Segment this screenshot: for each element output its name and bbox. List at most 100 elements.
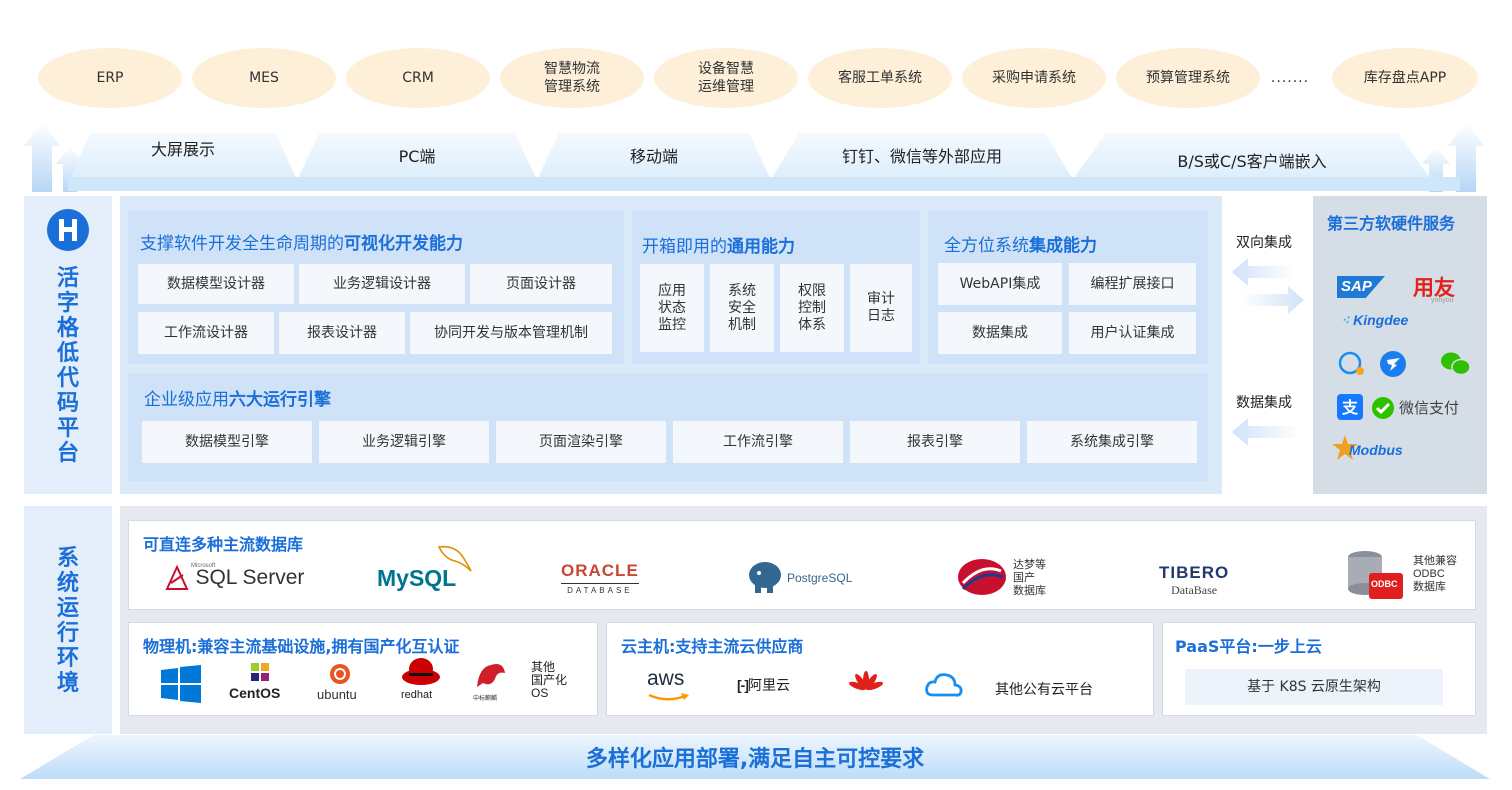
channel-embed: B/S或C/S客户端嵌入: [1074, 133, 1430, 178]
cloud-title: 云主机:支持主流云供应商: [621, 637, 804, 656]
dameng-label: 达梦等 国产 数据库: [1013, 559, 1046, 597]
cell-report-designer: 报表设计器: [279, 312, 405, 354]
cell-permission: 权限 控制 体系: [780, 264, 844, 352]
bidirectional-arrows-icon: [1232, 258, 1304, 314]
yonyou-sub: yonyou: [1431, 297, 1454, 304]
tibero-logo: TIBERO DataBase: [1159, 563, 1230, 597]
ubuntu-icon: [330, 664, 350, 684]
platform-panel: 支撑软件开发全生命周期的可视化开发能力 数据模型设计器 业务逻辑设计器 页面设计…: [120, 196, 1222, 494]
wechat-icon: [1441, 352, 1471, 376]
third-party-title: 第三方软硬件服务: [1327, 214, 1456, 233]
sqlserver-icon: [165, 564, 189, 590]
label-bidirectional: 双向集成: [1236, 235, 1292, 251]
cell-workflow-designer: 工作流设计器: [138, 312, 274, 354]
tencent-cloud-icon: [925, 673, 963, 697]
data-arrow-icon: [1232, 418, 1300, 446]
kylin-label: 中标麒麟: [473, 696, 498, 702]
app-equipment: 设备智慧 运维管理: [654, 48, 798, 108]
centos-label: CentOS: [229, 685, 281, 701]
platform-label-box: 活字格低代码平台: [24, 196, 112, 494]
alipay-icon: 支: [1337, 394, 1363, 420]
cell-app-monitor: 应用 状态 监控: [640, 264, 704, 352]
third-party-box: 第三方软硬件服务 SAP 用友 yonyou ⁖ Kingdee 支 微信支付 …: [1313, 196, 1487, 494]
engine-page-render: 页面渲染引擎: [496, 421, 666, 463]
physical-title: 物理机:兼容主流基础设施,拥有国产化互认证: [143, 637, 460, 656]
cell-security: 系统 安全 机制: [710, 264, 774, 352]
kylin-icon: [477, 664, 505, 687]
cell-collab-version: 协同开发与版本管理机制: [410, 312, 612, 354]
wechat-pay-icon: [1372, 397, 1394, 419]
cell-audit-log: 审计 日志: [850, 264, 912, 352]
physical-box: 物理机:兼容主流基础设施,拥有国产化互认证 CentOS ubuntu redh…: [128, 622, 598, 716]
runtime-panel: 可直连多种主流数据库 Microsoft SQL Server MySQL OR…: [120, 506, 1487, 734]
app-purchase: 采购申请系统: [962, 48, 1106, 108]
integration-title: 全方位系统集成能力: [944, 236, 1097, 256]
label-data-integration: 数据集成: [1236, 395, 1292, 411]
cell-programming-ext: 编程扩展接口: [1069, 263, 1196, 305]
channel-mobile: 移动端: [538, 133, 770, 178]
cell-logic-designer: 业务逻辑设计器: [299, 264, 465, 304]
other-os-label: 其他 国产化 OS: [531, 660, 568, 700]
wechat-pay-label: 微信支付: [1399, 400, 1460, 417]
engines-title: 企业级应用六大运行引擎: [144, 390, 331, 410]
app-inventory: 库存盘点APP: [1332, 48, 1478, 108]
app-logistics: 智慧物流 管理系统: [500, 48, 644, 108]
aliyun-logo: [-]阿里云: [737, 677, 790, 693]
dameng-logo-icon: [958, 559, 1006, 595]
aws-logo: aws: [647, 667, 685, 690]
app-crm: CRM: [346, 48, 490, 108]
dingtalk-icon: [1380, 351, 1406, 377]
platform-label: 活字格低代码平台: [56, 266, 79, 466]
engine-workflow: 工作流引擎: [673, 421, 843, 463]
centos-icon: [251, 663, 269, 681]
runtime-label-box: 系统运行环境: [24, 506, 112, 734]
huawei-cloud-icon: [849, 671, 883, 691]
odbc-badge: ODBC: [1371, 579, 1398, 589]
app-service-ticket: 客服工单系统: [808, 48, 952, 108]
svg-text:支: 支: [1341, 398, 1359, 417]
redhat-icon: [402, 658, 440, 685]
dingtalk-chat-icon: [1338, 351, 1364, 375]
k8s-cell: 基于 K8S 云原生架构: [1185, 669, 1443, 705]
paas-title: PaaS平台:一步上云: [1175, 637, 1322, 656]
cell-page-designer: 页面设计器: [470, 264, 612, 304]
redhat-label: redhat: [401, 689, 433, 701]
visual-dev-title: 支撑软件开发全生命周期的可视化开发能力: [140, 234, 463, 254]
aws-smile-icon: [648, 693, 689, 701]
general-title: 开箱即用的通用能力: [642, 237, 795, 257]
app-erp: ERP: [38, 48, 182, 108]
channel-external: 钉钉、微信等外部应用: [772, 133, 1072, 178]
cell-data-model-designer: 数据模型设计器: [138, 264, 294, 304]
runtime-label: 系统运行环境: [56, 546, 79, 696]
odbc-label: 其他兼容 ODBC 数据库: [1413, 555, 1457, 593]
mysql-dolphin-icon: [437, 545, 472, 572]
database-title: 可直连多种主流数据库: [143, 535, 304, 554]
engine-logic: 业务逻辑引擎: [319, 421, 489, 463]
ubuntu-label: ubuntu: [317, 687, 357, 702]
oracle-logo: ORACLE DATABASE: [561, 561, 639, 595]
postgresql-label: PostgreSQL: [787, 571, 853, 585]
huozige-logo-icon: [47, 209, 89, 251]
cell-data-integration: 数据集成: [938, 312, 1062, 354]
sap-logo: SAP: [1337, 276, 1385, 298]
app-more: .......: [1270, 70, 1310, 86]
sqlserver-logo: Microsoft SQL Server: [163, 563, 304, 593]
integration-section: 全方位系统集成能力 WebAPI集成 编程扩展接口 数据集成 用户认证集成: [928, 211, 1208, 364]
postgresql-elephant-icon: [749, 562, 781, 593]
windows-icon: [161, 665, 201, 703]
engines-section: 企业级应用六大运行引擎 数据模型引擎 业务逻辑引擎 页面渲染引擎 工作流引擎 报…: [128, 373, 1208, 481]
channel-baseline: [68, 177, 1460, 191]
app-mes: MES: [192, 48, 336, 108]
paas-box: PaaS平台:一步上云 基于 K8S 云原生架构: [1162, 622, 1476, 716]
database-box: 可直连多种主流数据库 Microsoft SQL Server MySQL OR…: [128, 520, 1476, 610]
odbc-database-icon: [1348, 551, 1403, 599]
other-cloud-label: 其他公有云平台: [995, 681, 1093, 697]
engine-integration: 系统集成引擎: [1027, 421, 1197, 463]
bottom-banner: 多样化应用部署,满足自主可控要求: [20, 735, 1490, 779]
modbus-logo: Modbus: [1349, 442, 1403, 458]
channel-bigscreen: 大屏展示: [70, 133, 296, 178]
engine-data-model: 数据模型引擎: [142, 421, 312, 463]
engine-report: 报表引擎: [850, 421, 1020, 463]
kingdee-logo: ⁖ Kingdee: [1341, 312, 1409, 328]
visual-dev-section: 支撑软件开发全生命周期的可视化开发能力 数据模型设计器 业务逻辑设计器 页面设计…: [128, 211, 624, 364]
